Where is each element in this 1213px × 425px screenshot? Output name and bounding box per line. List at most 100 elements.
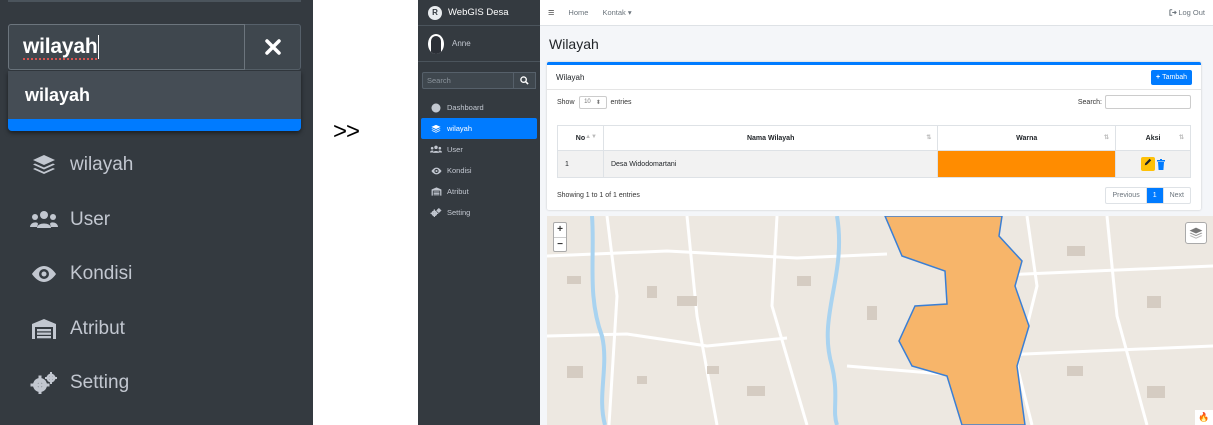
select-arrows-icon: ⬍ bbox=[595, 99, 601, 106]
sidebar-item-label: Dashboard bbox=[447, 103, 484, 112]
user-panel[interactable]: Anne bbox=[418, 26, 540, 62]
gears-icon bbox=[30, 372, 58, 395]
sidebar-item-atribut[interactable]: Atribut bbox=[421, 181, 537, 202]
add-button-label: Tambah bbox=[1162, 73, 1187, 81]
sidebar-item-label: Setting bbox=[447, 208, 471, 217]
column-header-warna[interactable]: Warna ⇅ bbox=[937, 125, 1117, 151]
webgis-app: R WebGIS Desa Anne Search Dashboard wila… bbox=[418, 0, 1213, 425]
search-input[interactable]: wilayah bbox=[8, 24, 245, 70]
brand-link[interactable]: R WebGIS Desa bbox=[418, 0, 540, 26]
sidebar-search: wilayah bbox=[8, 24, 301, 70]
edit-button[interactable] bbox=[1141, 157, 1156, 171]
column-header-aksi[interactable]: Aksi ⇅ bbox=[1115, 125, 1191, 151]
table-tools: Show 10 ⬍ entries Search: bbox=[547, 90, 1201, 114]
clear-search-button[interactable] bbox=[245, 24, 301, 70]
zoomed-nav: wilayah User Kondisi Atribut Setting bbox=[30, 138, 133, 411]
cell-warna bbox=[937, 150, 1117, 178]
sidebar-item-user[interactable]: User bbox=[421, 139, 537, 160]
sidebar-item-kondisi[interactable]: Kondisi bbox=[421, 160, 537, 181]
pagination: Previous 1 Next bbox=[1105, 186, 1191, 204]
zoomed-sidebar-panel: wilayah wilayah wilayah User Kondisi Atr… bbox=[0, 0, 313, 425]
pagination-previous[interactable]: Previous bbox=[1106, 188, 1145, 203]
sidebar-item-user[interactable]: User bbox=[30, 193, 133, 248]
show-label: Show bbox=[557, 98, 575, 106]
zoom-control: + − bbox=[553, 222, 567, 252]
sidebar-item-setting[interactable]: Setting bbox=[30, 356, 133, 411]
map-tiles bbox=[547, 216, 1213, 425]
tutorial-figure: wilayah wilayah wilayah User Kondisi Atr… bbox=[0, 0, 1213, 425]
table-footer: Showing 1 to 1 of 1 entries Previous 1 N… bbox=[557, 186, 1191, 204]
table-search-input[interactable] bbox=[1105, 95, 1191, 109]
wilayah-polygon[interactable] bbox=[884, 216, 1030, 425]
cell-nama: Desa Widodomartani bbox=[602, 150, 939, 178]
wilayah-card: Wilayah + Tambah Show 10 ⬍ entries Search: bbox=[547, 62, 1201, 210]
eye-icon bbox=[30, 265, 58, 283]
pencil-icon bbox=[1144, 158, 1152, 166]
flame-icon[interactable]: 🔥 bbox=[1195, 410, 1213, 425]
table-row: 1 Desa Widodomartani bbox=[557, 150, 1191, 178]
card-header: Wilayah + Tambah bbox=[547, 65, 1201, 90]
sidebar-item-label: wilayah bbox=[447, 124, 473, 133]
search-input[interactable]: Search bbox=[422, 72, 514, 89]
layer-control[interactable] bbox=[1185, 222, 1207, 244]
zoom-out-button[interactable]: − bbox=[554, 237, 566, 252]
sidebar-item-atribut[interactable]: Atribut bbox=[30, 302, 133, 357]
sidebar-item-kondisi[interactable]: Kondisi bbox=[30, 247, 133, 302]
color-swatch bbox=[938, 151, 1116, 177]
entries-select[interactable]: 10 ⬍ bbox=[578, 95, 607, 109]
logout-icon bbox=[1169, 9, 1178, 16]
logout-link[interactable]: Log Out bbox=[1169, 8, 1205, 17]
sidebar-item-dashboard[interactable]: Dashboard bbox=[421, 97, 537, 118]
search-result-item[interactable]: wilayah bbox=[8, 71, 301, 119]
avatar bbox=[428, 33, 444, 54]
map-view[interactable]: + − 🔥 bbox=[547, 216, 1213, 425]
brand-name: WebGIS Desa bbox=[448, 7, 509, 18]
gears-icon bbox=[430, 208, 442, 217]
sidebar-item-wilayah[interactable]: wilayah bbox=[421, 118, 537, 139]
users-icon bbox=[430, 145, 442, 154]
sidebar-item-label: Setting bbox=[70, 372, 130, 394]
layers-icon bbox=[1189, 227, 1203, 239]
close-icon bbox=[264, 39, 281, 55]
search-button[interactable] bbox=[514, 72, 536, 89]
sidebar-item-label: Kondisi bbox=[447, 166, 472, 175]
dashboard-icon bbox=[430, 103, 442, 113]
nav-kontak-dropdown[interactable]: Kontak ▾ bbox=[602, 8, 631, 17]
sidebar-item-label: Atribut bbox=[70, 317, 125, 339]
brand-logo: R bbox=[428, 5, 442, 20]
sidebar-item-setting[interactable]: Setting bbox=[421, 202, 537, 223]
active-highlight bbox=[8, 119, 301, 131]
pagination-next[interactable]: Next bbox=[1162, 187, 1190, 203]
nav-home-link[interactable]: Home bbox=[568, 8, 588, 17]
wilayah-table: No ▲▼ Nama Wilayah ⇅ Warna ⇅ Aksi ⇅ 1 Desa W… bbox=[557, 125, 1191, 178]
zoom-in-button[interactable]: + bbox=[554, 223, 566, 237]
entries-value: 10 bbox=[584, 99, 591, 105]
divider bbox=[8, 0, 301, 2]
entries-label: entries bbox=[610, 98, 632, 106]
layers-icon bbox=[30, 154, 58, 176]
cell-no: 1 bbox=[557, 150, 604, 178]
table-info: Showing 1 to 1 of 1 entries bbox=[557, 191, 640, 199]
sort-icon: ⇅ bbox=[1104, 135, 1110, 141]
plus-icon: + bbox=[1156, 73, 1161, 81]
sidebar-item-label: Kondisi bbox=[70, 263, 133, 285]
hamburger-icon[interactable]: ≡ bbox=[548, 7, 554, 19]
user-name: Anne bbox=[452, 39, 471, 48]
arrow-indicator: >> bbox=[333, 118, 360, 145]
column-header-no[interactable]: No ▲▼ bbox=[557, 125, 604, 151]
sidebar: R WebGIS Desa Anne Search Dashboard wila… bbox=[418, 0, 540, 425]
sort-icon: ⇅ bbox=[926, 135, 932, 141]
warehouse-icon bbox=[30, 318, 58, 340]
search-icon bbox=[520, 76, 529, 85]
column-header-nama[interactable]: Nama Wilayah ⇅ bbox=[602, 125, 939, 151]
pagination-page-1[interactable]: 1 bbox=[1145, 187, 1163, 203]
trash-icon[interactable] bbox=[1157, 158, 1166, 170]
warehouse-icon bbox=[430, 187, 442, 196]
sidebar-search: Search bbox=[422, 72, 536, 89]
page-title: Wilayah bbox=[549, 36, 599, 52]
sidebar-item-wilayah[interactable]: wilayah bbox=[30, 138, 133, 193]
table-search-label: Search: bbox=[1077, 98, 1102, 106]
add-button[interactable]: + Tambah bbox=[1151, 69, 1192, 85]
sidebar-item-label: Atribut bbox=[447, 187, 469, 196]
sidebar-item-label: User bbox=[447, 145, 463, 154]
